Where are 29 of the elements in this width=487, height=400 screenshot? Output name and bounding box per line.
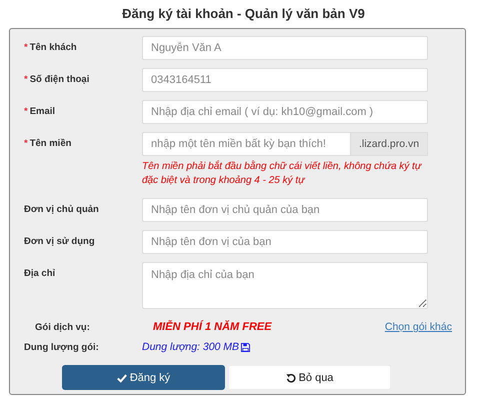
choose-package-link[interactable]: Chọn gói khác xyxy=(384,321,452,333)
field-label: Địa chỉ xyxy=(24,268,56,280)
field-label: Đơn vị chủ quản xyxy=(24,204,99,216)
input-field[interactable]: Nhập địa chỉ email ( ví dụ: kh10@gmail.com ) xyxy=(142,100,428,124)
register-button[interactable]: Đăng ký xyxy=(62,365,225,390)
undo-icon xyxy=(286,372,296,382)
domain-suffix: .lizard.pro.vn xyxy=(351,132,428,156)
required-mark: * xyxy=(24,74,28,86)
input-field[interactable]: nhập một tên miền bất kỳ bạn thích! xyxy=(142,132,351,156)
address-field[interactable]: Nhập địa chỉ của bạn xyxy=(142,262,428,309)
field-label: Tên miền xyxy=(30,138,72,150)
field-label: Đơn vị sử dụng xyxy=(24,236,95,248)
input-field[interactable]: Nhập tên đơn vị chủ quản của bạn xyxy=(142,198,428,222)
field-label: Email xyxy=(30,106,56,118)
package-value: MIỄN PHÍ 1 NĂM FREE xyxy=(153,321,272,333)
cancel-button[interactable]: Bỏ qua xyxy=(228,365,391,390)
field-label: Tên khách xyxy=(30,42,77,54)
package-label: Gói dịch vụ: xyxy=(34,322,91,332)
input-field[interactable]: Nhập tên đơn vị của bạn xyxy=(142,230,428,254)
required-mark: * xyxy=(24,138,28,150)
error-message: Tên miền phải bắt đầu bằng chữ cái viết liền, không chứa ký tự đặc biệt và trong khoảng 4 - 25 ký tự xyxy=(142,160,423,188)
storage-value: Dung lượng: 300 MB xyxy=(142,341,240,353)
storage-label: Dung lượng gói: xyxy=(23,342,100,352)
checkmark-icon xyxy=(116,372,127,382)
required-mark: * xyxy=(24,42,28,54)
required-mark: * xyxy=(24,106,28,118)
field-label: Số điện thoại xyxy=(30,74,90,86)
form-title: Đăng ký tài khoản - Quản lý văn bản V9 xyxy=(121,6,366,22)
input-field[interactable]: 0343164511 xyxy=(142,68,428,92)
